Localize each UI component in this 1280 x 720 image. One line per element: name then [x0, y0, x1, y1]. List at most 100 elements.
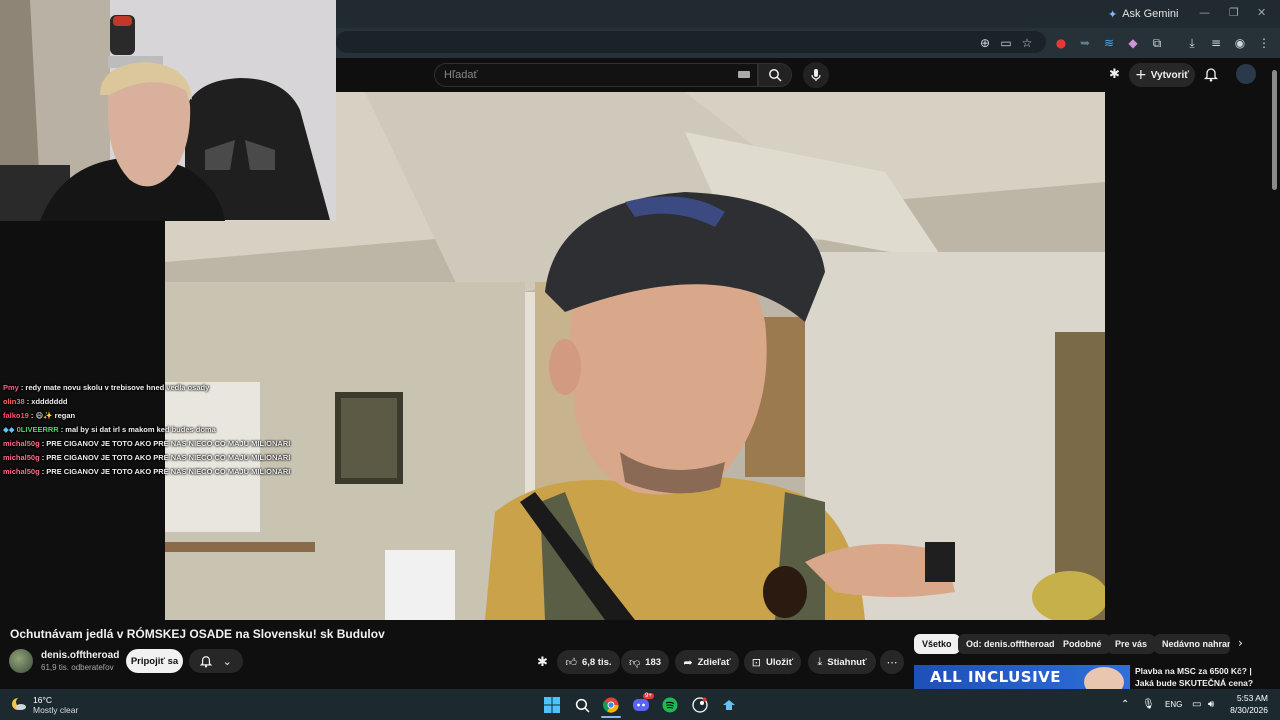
chip-for-you[interactable]: Pre vás [1107, 634, 1156, 654]
windows-start-icon[interactable] [542, 695, 562, 715]
webcam-overlay [0, 0, 336, 221]
chat-message: ◆◆ 0LIVEERRR: mal by si dat irl s makom … [3, 423, 303, 437]
notifications-bell-icon[interactable] [1203, 66, 1219, 87]
ask-gemini-label: Ask Gemini [1122, 8, 1179, 20]
create-label: Vytvoriť [1150, 69, 1190, 81]
microphone-tray-icon[interactable]: 🎙︎ [1142, 699, 1155, 710]
ask-gemini-button[interactable]: ✦ Ask Gemini [1108, 6, 1178, 22]
channel-name-link[interactable]: denis.offtheroad [41, 650, 119, 661]
weather-moon-icon[interactable] [11, 696, 27, 712]
clock-date[interactable]: 8/30/2026 [1222, 705, 1268, 715]
chat-text: : 😄✨ regan [30, 411, 76, 420]
download-icon[interactable]: ⤓ [1184, 35, 1200, 51]
plus-icon: + [1134, 67, 1147, 83]
thumbs-down-icon: 👎︎ [628, 655, 641, 669]
minimize-button[interactable]: — [1199, 6, 1210, 19]
chat-username: michal50g [3, 439, 40, 448]
more-actions-button[interactable]: ⋯ [880, 650, 904, 674]
voice-search-button[interactable] [803, 62, 829, 88]
extensions-puzzle-icon[interactable]: ⧉ [1149, 35, 1165, 51]
thumbnail-face [1084, 667, 1124, 689]
chat-username: michal50g [3, 453, 40, 462]
join-button[interactable]: Pripojiť sa [126, 649, 183, 673]
chip-related[interactable]: Podobné [1055, 634, 1110, 654]
chevron-right-icon[interactable]: › [1238, 636, 1243, 650]
account-avatar[interactable] [1236, 64, 1256, 84]
discord-notification-badge: 9+ [643, 693, 654, 699]
save-button[interactable]: ⊡ Uložiť [744, 650, 801, 674]
extension-purple-icon[interactable]: ◆ [1125, 35, 1141, 51]
spotify-icon[interactable] [660, 695, 680, 715]
page-scrollbar[interactable] [1272, 70, 1277, 190]
chat-username: falko19 [3, 411, 29, 420]
create-button[interactable]: + Vytvoriť [1129, 63, 1195, 87]
chat-text: : PRE CIGANOV JE TOTO AKO PRE NAS NIECO … [41, 467, 291, 476]
share-arrow-icon: ➦ [683, 655, 693, 669]
search-button[interactable] [758, 63, 792, 87]
chat-message: michal50g: PRE CIGANOV JE TOTO AKO PRE N… [3, 437, 303, 451]
volume-icon[interactable]: 🔊︎ [1208, 699, 1214, 710]
steam-like-app-icon[interactable] [690, 695, 710, 715]
chat-username: olin38 [3, 397, 25, 406]
bell-icon [200, 656, 213, 668]
input-language[interactable]: ENG [1165, 700, 1182, 709]
chat-username: michal50g [3, 467, 40, 476]
close-window-button[interactable]: ✕ [1257, 6, 1266, 19]
chat-text: : PRE CIGANOV JE TOTO AKO PRE NAS NIECO … [41, 453, 291, 462]
weather-description[interactable]: Mostly clear [33, 705, 78, 715]
gemini-icon: ✦ [1108, 7, 1118, 21]
ai-sparkle-icon[interactable]: ✱ [1109, 67, 1120, 82]
chip-recently-uploaded[interactable]: Nedávno nahran [1154, 634, 1230, 654]
chat-text: : redy mate novu skolu v trebisove hned … [20, 383, 210, 392]
cast-icon[interactable]: ▭ [998, 35, 1014, 51]
extension-wave-icon[interactable]: ≋ [1101, 35, 1117, 51]
address-bar[interactable] [336, 31, 1046, 53]
chip-from-channel[interactable]: Od: denis.offtheroad [958, 634, 1063, 654]
chat-message: olin38: xddddddd [3, 395, 303, 409]
reading-list-icon[interactable]: ≡ [1208, 35, 1224, 51]
dislike-count: 183 [645, 656, 662, 668]
share-label: Zdieľať [697, 656, 731, 668]
download-label: Stiahnuť [827, 656, 867, 668]
chevron-down-icon: ⌄ [222, 654, 232, 668]
like-count: 6,8 tis. [581, 656, 612, 668]
webcam-image [0, 0, 336, 221]
chat-text: : xddddddd [26, 397, 68, 406]
steam-icon[interactable] [719, 695, 739, 715]
more-horizontal-icon: ⋯ [886, 655, 898, 669]
download-button[interactable]: ⤓ Stiahnuť [808, 650, 876, 674]
chat-badge-icon: ◆◆ [3, 425, 17, 434]
sidebar-background [1105, 92, 1280, 620]
clock-time[interactable]: 5:53 AM [1230, 693, 1268, 703]
microphone-icon [811, 69, 821, 81]
show-hidden-icons[interactable]: ⌃ [1121, 699, 1129, 710]
extension-arrow-icon[interactable]: ➥ [1077, 35, 1093, 51]
subscription-notifications-button[interactable]: ⌄ [189, 649, 243, 673]
download-icon: ⤓ [817, 655, 823, 668]
chat-username: Pmy [3, 383, 19, 392]
network-icon[interactable]: ▭ [1192, 699, 1201, 710]
browser-menu-icon[interactable]: ⋮ [1256, 35, 1272, 51]
search-icon [769, 69, 782, 82]
chrome-icon[interactable] [601, 695, 621, 715]
like-button[interactable]: 👍︎ 6,8 tis. [557, 650, 620, 674]
chat-message: michal50g: PRE CIGANOV JE TOTO AKO PRE N… [3, 451, 303, 465]
zoom-icon[interactable]: ⊕ [977, 35, 993, 51]
share-button[interactable]: ➦ Zdieľať [675, 650, 739, 674]
maximize-button[interactable]: ❐ [1229, 6, 1239, 19]
search-input[interactable]: Hľadať [434, 63, 758, 87]
stream-chat: Pmy: redy mate novu skolu v trebisove hn… [3, 381, 303, 479]
weather-temperature[interactable]: 16°C [33, 695, 52, 705]
channel-avatar[interactable] [9, 649, 33, 673]
save-label: Uložiť [765, 656, 794, 668]
chat-message: Pmy: redy mate novu skolu v trebisove hn… [3, 381, 303, 395]
extension-red-icon[interactable]: ● [1053, 35, 1069, 51]
ai-sparkle-icon[interactable]: ✱ [537, 655, 548, 670]
bookmark-star-icon[interactable]: ☆ [1019, 35, 1035, 51]
subscriber-count: 61,9 tis. odberateľov [41, 663, 114, 672]
profile-avatar-icon[interactable]: ◉ [1232, 35, 1248, 51]
taskbar-search-icon[interactable] [572, 695, 592, 715]
keyboard-icon[interactable] [738, 71, 750, 78]
dislike-button[interactable]: 👎︎ 183 [621, 650, 669, 674]
chip-all[interactable]: Všetko [914, 634, 960, 654]
